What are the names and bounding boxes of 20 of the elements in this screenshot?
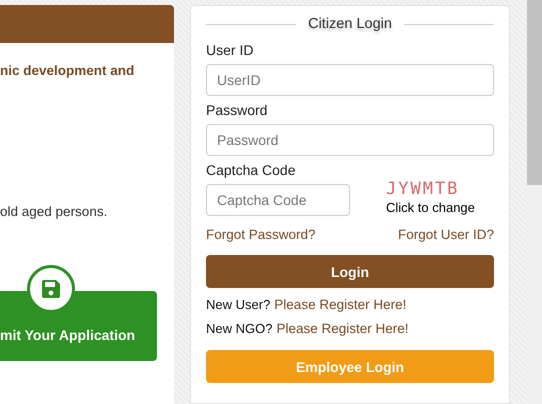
captcha-field[interactable]: Captcha Code (206, 184, 350, 216)
register-prompt: New User? (206, 297, 270, 312)
register-prompt: New NGO? (206, 321, 272, 336)
login-title: Citizen Login (308, 16, 392, 32)
register-link[interactable]: Please Register Here! (274, 297, 406, 312)
login-button[interactable]: Login (206, 255, 494, 288)
field-label: User ID (206, 42, 254, 58)
scrollbar[interactable] (527, 0, 542, 404)
password-field[interactable]: Password (206, 124, 494, 156)
scrollbar-thumb[interactable] (527, 0, 542, 185)
forgot-user-id-link[interactable]: Forgot User ID? (398, 227, 494, 242)
refresh-captcha-link[interactable]: Click to change (386, 200, 494, 215)
body-text: old aged persons. (0, 204, 108, 219)
forgot-password-link[interactable]: Forgot Password? (206, 227, 316, 242)
field-label: Captcha Code (206, 162, 297, 178)
heading-text: nic development and (0, 63, 136, 78)
register-link[interactable]: Please Register Here! (276, 321, 409, 336)
field-label: Password (206, 102, 268, 118)
user-id-field[interactable]: UserID (206, 64, 494, 96)
submit-application-button[interactable]: mit Your Application (0, 291, 157, 361)
